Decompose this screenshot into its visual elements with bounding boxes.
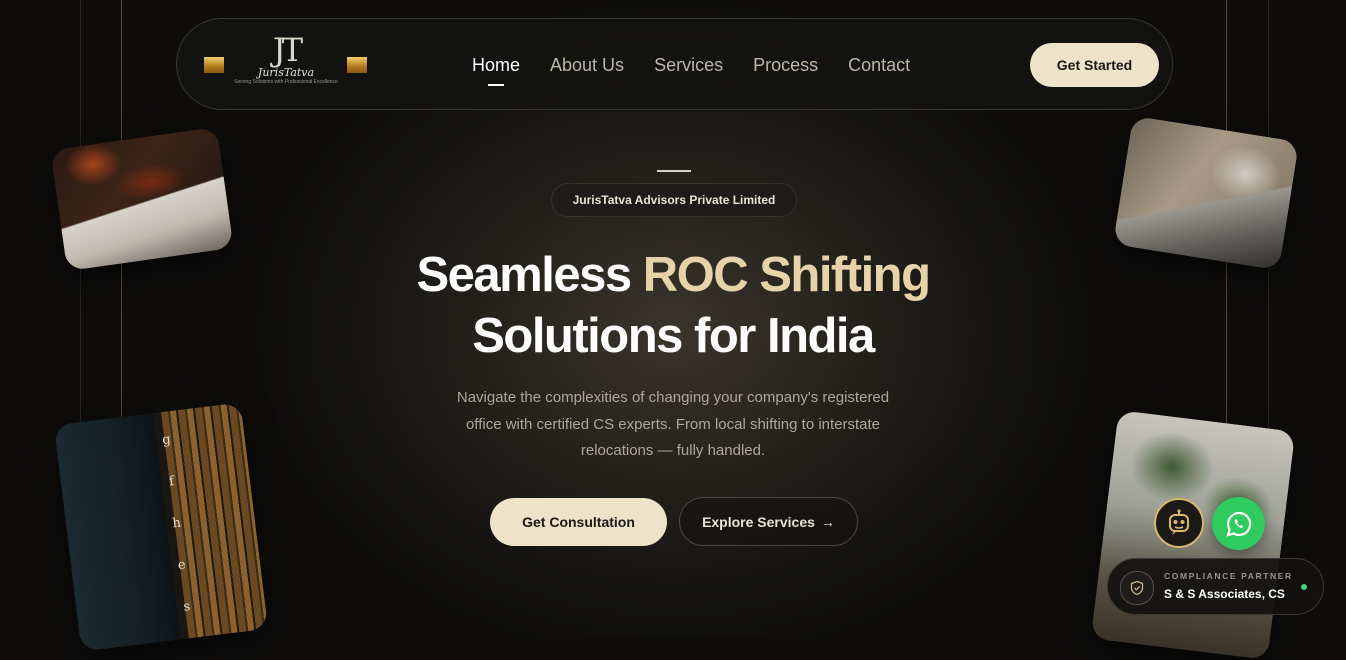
whatsapp-button[interactable]: [1212, 497, 1265, 550]
robot-icon: [1169, 509, 1189, 535]
arrow-right-icon: →: [820, 513, 835, 530]
hero-title-line2: Solutions for India: [472, 309, 875, 363]
partner-shield: [1120, 571, 1154, 605]
company-badge: JurisTatva Advisors Private Limited: [551, 183, 797, 217]
online-status-dot: [1301, 584, 1307, 590]
nav-item-contact[interactable]: Contact: [848, 55, 910, 76]
gold-accent-left: [204, 57, 224, 73]
logo-tagline: Serving Solutions with Professional Exce…: [234, 79, 338, 85]
get-started-button[interactable]: Get Started: [1030, 43, 1159, 87]
nav-item-process[interactable]: Process: [753, 55, 818, 76]
partner-name: S & S Associates, CS: [1164, 587, 1285, 601]
nav-item-services[interactable]: Services: [654, 55, 723, 76]
get-consultation-button[interactable]: Get Consultation: [490, 498, 667, 546]
gold-accent-right: [347, 57, 367, 73]
nav-item-home[interactable]: Home: [472, 55, 520, 86]
hero-subtitle: Navigate the complexities of changing yo…: [456, 389, 890, 459]
hero-title-accent: ROC Shifting: [642, 248, 931, 302]
brand-logo[interactable]: JT JurisTatva Serving Solutions with Pro…: [231, 33, 341, 99]
logo-name: JurisTatva: [257, 66, 315, 79]
compliance-partner-card: COMPLIANCE PARTNER S & S Associates, CS: [1107, 558, 1324, 615]
hero-title-line1: Seamless ROC Shifting: [416, 248, 931, 302]
nav-menu: Home About Us Services Process Contact: [472, 19, 910, 111]
shield-icon: [1130, 580, 1144, 596]
nav-item-about[interactable]: About Us: [550, 55, 624, 76]
explore-services-label: Explore Services: [702, 513, 815, 530]
hero-divider: [657, 170, 691, 172]
partner-label: COMPLIANCE PARTNER: [1164, 571, 1293, 581]
photo-card-library: g f h e s d: [53, 402, 269, 652]
top-navbar: JT JurisTatva Serving Solutions with Pro…: [176, 18, 1173, 110]
whatsapp-icon: [1225, 511, 1251, 537]
chatbot-button[interactable]: [1154, 498, 1204, 548]
logo-mark: JT: [272, 31, 303, 69]
explore-services-button[interactable]: Explore Services →: [679, 497, 858, 546]
